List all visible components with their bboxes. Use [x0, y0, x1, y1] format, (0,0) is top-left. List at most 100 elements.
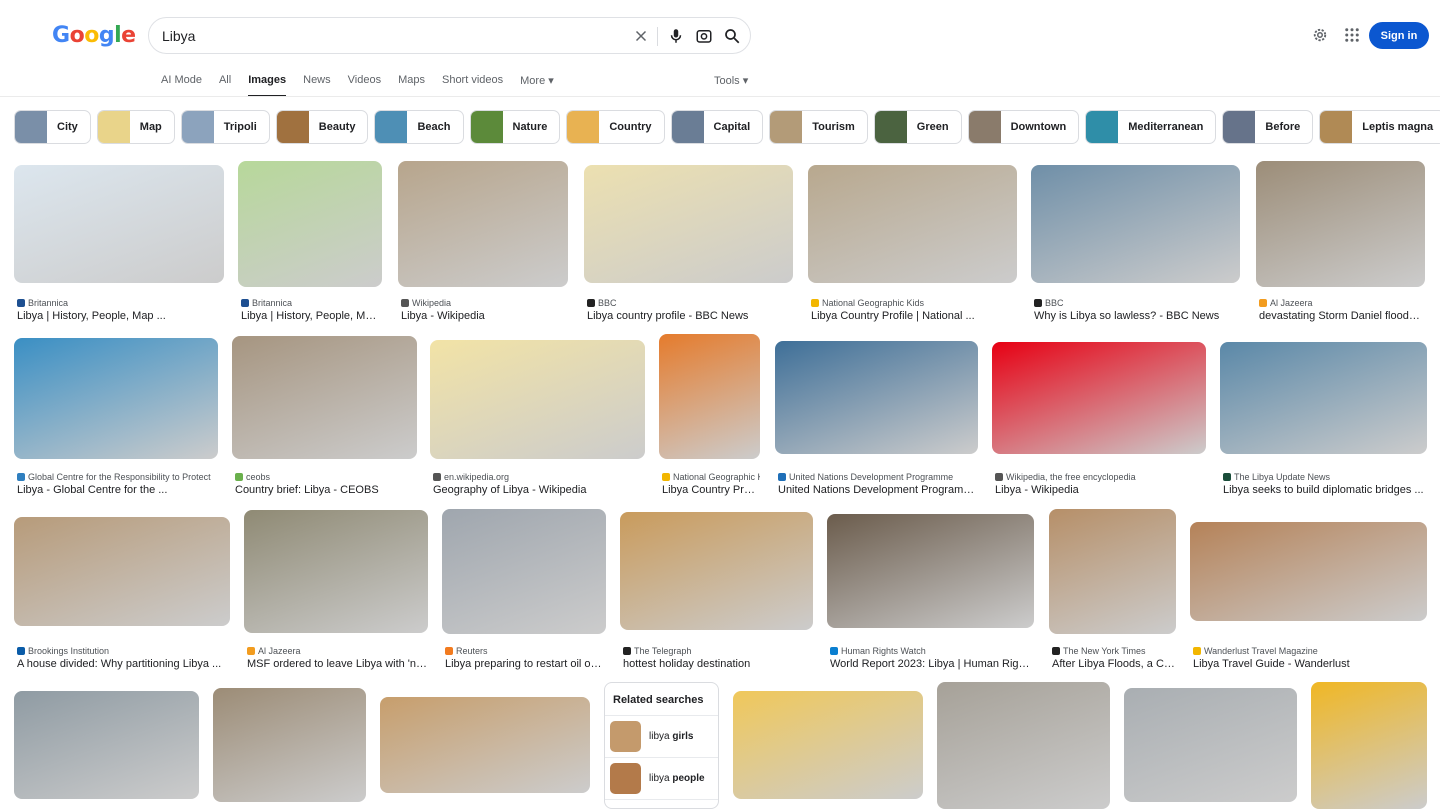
- result-source[interactable]: Wikipedia: [401, 298, 568, 308]
- result-thumbnail[interactable]: [1256, 161, 1425, 287]
- result-source[interactable]: National Geographic Kids: [811, 298, 1017, 308]
- result-thumbnail[interactable]: [213, 688, 366, 802]
- search-input[interactable]: [162, 27, 622, 44]
- result-source[interactable]: Britannica: [241, 298, 382, 308]
- result-thumbnail[interactable]: [14, 691, 199, 799]
- result-thumbnail[interactable]: [1049, 509, 1176, 634]
- result-title[interactable]: Country brief: Libya - CEOBS: [235, 484, 417, 496]
- chip-tripoli[interactable]: Tripoli: [180, 110, 270, 144]
- result-source[interactable]: Reuters: [445, 646, 606, 656]
- chip-city[interactable]: City: [14, 110, 91, 144]
- result-title[interactable]: Libya Travel Guide - Wanderlust: [1193, 658, 1427, 670]
- result-thumbnail[interactable]: [992, 342, 1206, 454]
- related-search-item[interactable]: libya girls: [605, 716, 718, 758]
- related-search-item[interactable]: libya people: [605, 758, 718, 800]
- tab-videos[interactable]: Videos: [348, 74, 381, 96]
- result-title[interactable]: hottest holiday destination: [623, 658, 813, 670]
- tab-ai-mode[interactable]: AI Mode: [161, 74, 202, 96]
- result-thumbnail[interactable]: [937, 682, 1110, 809]
- result-thumbnail[interactable]: [14, 165, 224, 283]
- result-title[interactable]: Libya preparing to restart oil output ..…: [445, 658, 606, 670]
- google-logo[interactable]: Google: [52, 23, 136, 48]
- result-source[interactable]: The Libya Update News: [1223, 472, 1427, 482]
- result-title[interactable]: MSF ordered to leave Libya with 'no ...: [247, 658, 428, 670]
- result-source[interactable]: United Nations Development Programme: [778, 472, 978, 482]
- result-source[interactable]: ceobs: [235, 472, 417, 482]
- result-title[interactable]: Libya - Wikipedia: [401, 310, 568, 322]
- tab-news[interactable]: News: [303, 74, 331, 96]
- result-source[interactable]: Britannica: [17, 298, 224, 308]
- result-title[interactable]: A house divided: Why partitioning Libya …: [17, 658, 230, 670]
- result-thumbnail[interactable]: [14, 338, 218, 459]
- apps-grid-icon[interactable]: [1343, 26, 1361, 44]
- result-thumbnail[interactable]: [14, 517, 230, 626]
- result-source[interactable]: The New York Times: [1052, 646, 1176, 656]
- search-icon[interactable]: [723, 27, 741, 45]
- result-source[interactable]: Wanderlust Travel Magazine: [1193, 646, 1427, 656]
- gear-icon[interactable]: [1311, 26, 1329, 44]
- result-title[interactable]: United Nations Development Programme: [778, 484, 978, 496]
- search-box[interactable]: [148, 17, 751, 54]
- result-source[interactable]: Wikipedia, the free encyclopedia: [995, 472, 1206, 482]
- sign-in-button[interactable]: Sign in: [1369, 22, 1429, 49]
- result-source[interactable]: Brookings Institution: [17, 646, 230, 656]
- result-thumbnail[interactable]: [238, 161, 382, 287]
- result-thumbnail[interactable]: [775, 341, 978, 454]
- result-source[interactable]: BBC: [1034, 298, 1240, 308]
- result-thumbnail[interactable]: [232, 336, 417, 459]
- result-thumbnail[interactable]: [1311, 682, 1427, 809]
- tools-button[interactable]: Tools ▾: [714, 74, 748, 87]
- result-title[interactable]: After Libya Floods, a Ch...: [1052, 658, 1176, 670]
- result-source[interactable]: National Geographic Kids: [662, 472, 760, 482]
- result-title[interactable]: Why is Libya so lawless? - BBC News: [1034, 310, 1240, 322]
- result-source[interactable]: en.wikipedia.org: [433, 472, 645, 482]
- result-thumbnail[interactable]: [827, 514, 1034, 628]
- chip-capital[interactable]: Capital: [670, 110, 764, 144]
- result-source[interactable]: BBC: [587, 298, 793, 308]
- result-thumbnail[interactable]: [430, 340, 645, 459]
- camera-lens-icon[interactable]: [695, 27, 713, 45]
- result-thumbnail[interactable]: [1190, 522, 1427, 621]
- result-source[interactable]: Al Jazeera: [1259, 298, 1425, 308]
- result-title[interactable]: Geography of Libya - Wikipedia: [433, 484, 645, 496]
- result-title[interactable]: Libya Country Profile | National ...: [811, 310, 1017, 322]
- result-thumbnail[interactable]: [244, 510, 428, 633]
- result-thumbnail[interactable]: [442, 509, 606, 634]
- result-thumbnail[interactable]: [380, 697, 590, 793]
- result-title[interactable]: Libya - Global Centre for the ...: [17, 484, 218, 496]
- tab-images[interactable]: Images: [248, 74, 286, 97]
- result-thumbnail[interactable]: [1124, 688, 1297, 802]
- result-title[interactable]: Libya - Wikipedia: [995, 484, 1206, 496]
- tab-maps[interactable]: Maps: [398, 74, 425, 96]
- result-title[interactable]: Libya seeks to build diplomatic bridges …: [1223, 484, 1427, 496]
- result-source[interactable]: The Telegraph: [623, 646, 813, 656]
- tab-short-videos[interactable]: Short videos: [442, 74, 503, 96]
- result-source[interactable]: Global Centre for the Responsibility to …: [17, 472, 218, 482]
- chip-tourism[interactable]: Tourism: [769, 110, 868, 144]
- chip-before[interactable]: Before: [1222, 110, 1314, 144]
- result-title[interactable]: devastating Storm Daniel floods ...: [1259, 310, 1425, 322]
- chip-beauty[interactable]: Beauty: [275, 110, 369, 144]
- chip-nature[interactable]: Nature: [469, 110, 561, 144]
- chip-map[interactable]: Map: [96, 110, 175, 144]
- chip-green[interactable]: Green: [873, 110, 962, 144]
- result-title[interactable]: World Report 2023: Libya | Human Rights …: [830, 658, 1034, 670]
- result-title[interactable]: Libya | History, People, Map ...: [17, 310, 224, 322]
- chip-leptis-magna[interactable]: Leptis magna: [1319, 110, 1440, 144]
- clear-icon[interactable]: [632, 27, 650, 45]
- result-thumbnail[interactable]: [1031, 165, 1240, 283]
- chip-beach[interactable]: Beach: [374, 110, 464, 144]
- microphone-icon[interactable]: [667, 27, 685, 45]
- result-thumbnail[interactable]: [398, 161, 568, 287]
- chip-country[interactable]: Country: [566, 110, 665, 144]
- result-source[interactable]: Al Jazeera: [247, 646, 428, 656]
- result-thumbnail[interactable]: [620, 512, 813, 630]
- result-thumbnail[interactable]: [659, 334, 760, 459]
- result-thumbnail[interactable]: [733, 691, 923, 799]
- result-title[interactable]: Libya | History, People, Map ...: [241, 310, 382, 322]
- result-thumbnail[interactable]: [808, 165, 1017, 283]
- result-source[interactable]: Human Rights Watch: [830, 646, 1034, 656]
- result-title[interactable]: Libya Country Prof...: [662, 484, 760, 496]
- tab-more[interactable]: More ▾: [520, 74, 554, 96]
- tab-all[interactable]: All: [219, 74, 231, 96]
